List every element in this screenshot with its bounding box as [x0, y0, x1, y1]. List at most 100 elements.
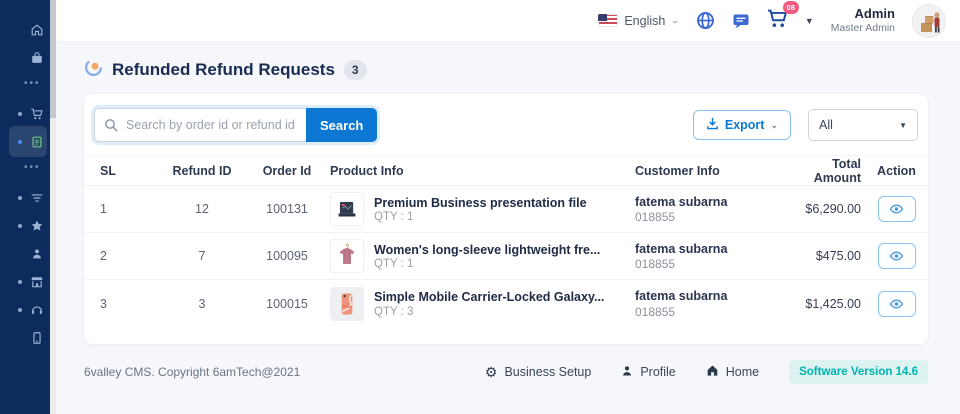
gear-icon: ⚙: [485, 365, 498, 379]
chevron-down-icon: ⌄: [770, 120, 778, 131]
language-label: English: [624, 14, 665, 28]
export-button[interactable]: Export ⌄: [693, 110, 791, 140]
filter-selected-value: All: [819, 118, 833, 132]
cell-customer-info: fatema subarna 018855: [635, 241, 785, 272]
cell-sl: 3: [84, 297, 160, 311]
footer-link-profile[interactable]: Profile: [621, 365, 675, 380]
device-icon: [30, 331, 44, 350]
search-group: Search: [94, 108, 377, 142]
bullet-dot: [18, 280, 22, 284]
column-header-order-id: Order Id: [244, 164, 330, 178]
cell-total-amount: $475.00: [785, 249, 865, 263]
bullet-dot: [18, 140, 22, 144]
software-version-badge: Software Version 14.6: [789, 360, 928, 384]
view-details-button[interactable]: [878, 243, 916, 269]
status-filter-select[interactable]: All ▼: [808, 109, 918, 141]
cell-customer-info: fatema subarna 018855: [635, 288, 785, 319]
footer-link-label: Profile: [640, 365, 675, 379]
sidebar-item-support[interactable]: [0, 296, 50, 324]
cell-product-info: Premium Business presentation file QTY :…: [330, 192, 635, 226]
bullet-dot: [18, 308, 22, 312]
admin-menu[interactable]: Admin Master Admin: [831, 6, 895, 35]
card-toolbar: Search Export ⌄ All ▼: [84, 108, 928, 142]
scrollbar-thumb[interactable]: [50, 0, 56, 118]
cell-product-info: Women's long-sleeve lightweight fre... Q…: [330, 239, 635, 273]
bullet-dot: [18, 224, 22, 228]
admin-name: Admin: [831, 6, 895, 22]
sidebar-separator: •••: [0, 156, 50, 184]
page-footer: 6valley CMS. Copyright 6amTech@2021 ⚙ Bu…: [84, 360, 928, 384]
cell-action: [865, 196, 928, 222]
us-flag-icon: [598, 14, 618, 27]
top-header: English ⌄ 08 ▼ Admin Master Admin: [56, 0, 960, 42]
column-header-sl: SL: [84, 164, 160, 178]
eye-icon: [889, 298, 904, 310]
sidebar-item-pos[interactable]: [0, 44, 50, 72]
language-selector[interactable]: English ⌄: [598, 14, 679, 28]
customer-phone: 018855: [635, 257, 785, 271]
customer-name: fatema subarna: [635, 241, 785, 258]
product-name: Simple Mobile Carrier-Locked Galaxy...: [374, 289, 604, 305]
bullet-dot: [18, 196, 22, 200]
store-icon: [30, 275, 44, 294]
sidebar-item-refund-requests[interactable]: [0, 128, 50, 156]
footer-link-home[interactable]: Home: [706, 364, 759, 380]
footer-link-business-setup[interactable]: ⚙ Business Setup: [485, 365, 591, 379]
view-details-button[interactable]: [878, 196, 916, 222]
sidebar-separator: •••: [0, 72, 50, 100]
cell-sl: 1: [84, 202, 160, 216]
export-label: Export: [725, 118, 765, 132]
sidebar-item-device[interactable]: [0, 324, 50, 352]
home-icon: [30, 23, 44, 42]
customers-icon: [30, 247, 44, 266]
admin-avatar[interactable]: [912, 4, 946, 38]
dropdown-caret-icon[interactable]: ▼: [805, 16, 814, 26]
table-row: 2 7 100095 Women's long-sleeve lightweig…: [84, 233, 928, 280]
ellipsis-icon: •••: [24, 78, 41, 89]
page-title-row: Refunded Refund Requests 3: [84, 58, 928, 82]
refund-request-icon: [30, 135, 44, 154]
product-name: Women's long-sleeve lightweight fre...: [374, 242, 600, 258]
table-row: 1 12 100131 Premium Business presentatio…: [84, 186, 928, 233]
cell-action: [865, 291, 928, 317]
download-icon: [706, 117, 719, 133]
footer-link-label: Business Setup: [504, 365, 591, 379]
copyright-text: 6valley CMS. Copyright 6amTech@2021: [84, 365, 300, 379]
cell-order-id: 100131: [244, 202, 330, 216]
briefcase-icon: [30, 51, 44, 70]
globe-icon[interactable]: [696, 11, 715, 30]
filter-icon: [30, 191, 44, 210]
refund-requests-card: Search Export ⌄ All ▼ SL Refund ID: [84, 94, 928, 344]
product-thumbnail: [330, 192, 364, 226]
cell-total-amount: $6,290.00: [785, 202, 865, 216]
sidebar-item-customers[interactable]: [0, 240, 50, 268]
cell-order-id: 100095: [244, 249, 330, 263]
sidebar-item-product-attributes[interactable]: [0, 184, 50, 212]
cell-total-amount: $1,425.00: [785, 297, 865, 311]
sidebar-item-store[interactable]: [0, 268, 50, 296]
sidebar-item-orders[interactable]: [0, 100, 50, 128]
sidebar-item-reviews[interactable]: [0, 212, 50, 240]
view-details-button[interactable]: [878, 291, 916, 317]
cell-refund-id: 7: [160, 249, 244, 263]
refund-table: SL Refund ID Order Id Product Info Custo…: [84, 155, 928, 327]
column-header-action: Action: [865, 164, 928, 178]
eye-icon: [889, 203, 904, 215]
messages-icon[interactable]: [732, 12, 750, 30]
page-title: Refunded Refund Requests: [112, 60, 335, 80]
cell-order-id: 100015: [244, 297, 330, 311]
select-caret-icon: ▼: [899, 121, 907, 130]
sidebar-scrollbar[interactable]: [50, 0, 56, 414]
admin-role: Master Admin: [831, 22, 895, 35]
search-input[interactable]: [94, 108, 306, 142]
cart-button[interactable]: 08: [767, 9, 788, 33]
customer-phone: 018855: [635, 210, 785, 224]
customer-phone: 018855: [635, 305, 785, 319]
sidebar-item-dashboard[interactable]: [0, 16, 50, 44]
cell-sl: 2: [84, 249, 160, 263]
toolbar-right: Export ⌄ All ▼: [693, 109, 918, 141]
product-thumbnail: [330, 287, 364, 321]
search-icon: [104, 118, 118, 137]
cart-count-badge: 08: [783, 1, 799, 15]
search-button[interactable]: Search: [306, 108, 377, 142]
